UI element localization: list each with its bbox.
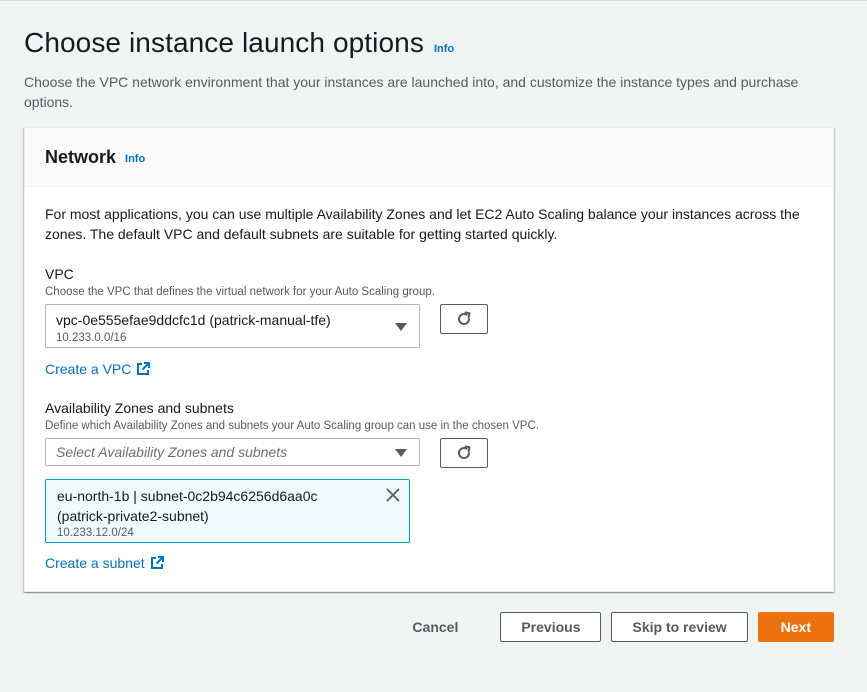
create-subnet-label: Create a subnet — [45, 555, 145, 571]
page: Choose instance launch options Info Choo… — [0, 0, 867, 692]
create-vpc-label: Create a VPC — [45, 361, 132, 377]
next-button[interactable]: Next — [757, 612, 834, 642]
external-link-icon — [150, 556, 164, 569]
caret-down-icon — [395, 323, 407, 331]
create-subnet-link[interactable]: Create a subnet — [45, 555, 164, 571]
refresh-icon — [458, 311, 471, 325]
vpc-label: VPC — [45, 266, 74, 282]
vpc-hint: Choose the VPC that defines the virtual … — [45, 286, 435, 298]
create-vpc-link[interactable]: Create a VPC — [45, 361, 151, 377]
vpc-select[interactable]: vpc-0e555efae9ddcfc1d (patrick-manual-tf… — [45, 304, 420, 348]
vpc-refresh-button[interactable] — [440, 304, 488, 334]
subnets-row: Select Availability Zones and subnets — [45, 438, 813, 468]
skip-to-review-button[interactable]: Skip to review — [611, 612, 748, 642]
vpc-row: vpc-0e555efae9ddcfc1d (patrick-manual-tf… — [45, 304, 813, 348]
subnets-refresh-button[interactable] — [440, 438, 488, 468]
network-panel-header: Network Info — [25, 128, 833, 187]
cancel-button[interactable]: Cancel — [392, 612, 478, 642]
subnets-label: Availability Zones and subnets — [45, 400, 234, 416]
caret-down-icon — [395, 449, 407, 457]
vpc-selected-value: vpc-0e555efae9ddcfc1d (patrick-manual-tf… — [56, 312, 331, 328]
top-divider — [0, 0, 867, 1]
network-description: For most applications, you can use multi… — [45, 206, 800, 242]
vpc-field: VPC Choose the VPC that defines the virt… — [45, 265, 813, 379]
network-panel-title: Network — [45, 146, 117, 167]
page-description: Choose the VPC network environment that … — [24, 74, 799, 110]
previous-button[interactable]: Previous — [500, 612, 602, 642]
close-icon[interactable] — [385, 487, 401, 503]
subnets-hint: Define which Availability Zones and subn… — [45, 420, 539, 432]
page-header: Choose instance launch options Info — [24, 0, 843, 60]
refresh-icon — [458, 445, 471, 459]
external-link-icon — [137, 362, 151, 375]
page-info-link[interactable]: Info — [434, 43, 454, 55]
vpc-selected-cidr: 10.233.0.0/16 — [56, 332, 127, 344]
subnet-token-line2: (patrick-private2-subnet) — [57, 508, 209, 524]
subnet-token-line1: eu-north-1b | subnet-0c2b94c6256d6aa0c — [57, 488, 318, 504]
subnets-field: Availability Zones and subnets Define wh… — [45, 399, 813, 573]
subnets-placeholder: Select Availability Zones and subnets — [56, 444, 288, 460]
wizard-actions: Cancel Previous Skip to review Next — [392, 612, 834, 642]
network-info-link[interactable]: Info — [125, 153, 145, 165]
network-panel: Network Info For most applications, you … — [24, 127, 834, 592]
subnets-select[interactable]: Select Availability Zones and subnets — [45, 438, 420, 466]
network-panel-body: For most applications, you can use multi… — [25, 187, 833, 573]
page-title: Choose instance launch options — [24, 27, 424, 58]
subnet-token-cidr: 10.233.12.0/24 — [57, 527, 134, 539]
selected-subnet-token: eu-north-1b | subnet-0c2b94c6256d6aa0c (… — [45, 479, 410, 543]
